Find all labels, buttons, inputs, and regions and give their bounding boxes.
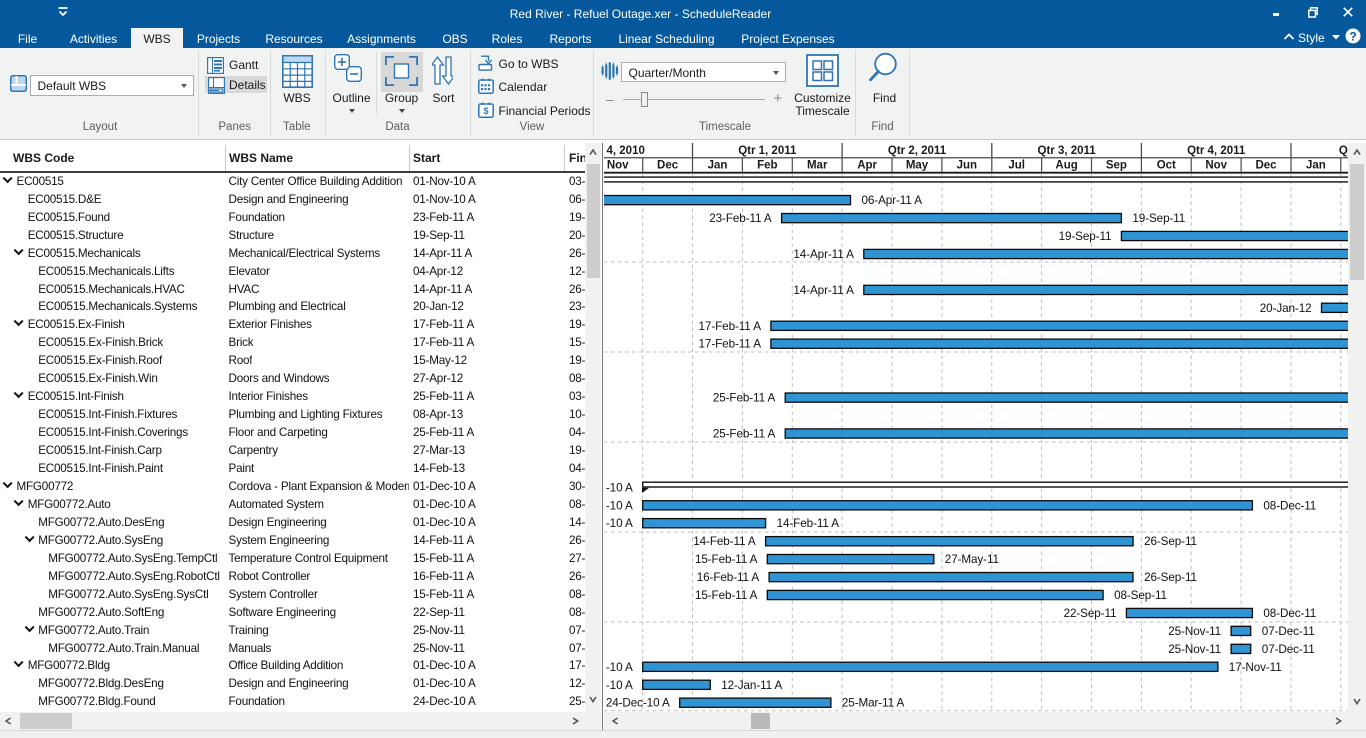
svg-text:-10 A: -10 A xyxy=(606,481,633,494)
svg-text:06-Apr-11 A: 06-Apr-11 A xyxy=(862,194,923,207)
svg-text:Apr: Apr xyxy=(857,160,877,172)
svg-text:08-Dec-11: 08-Dec-11 xyxy=(1263,499,1316,512)
svg-text:Feb: Feb xyxy=(757,160,777,172)
svg-text:Jul: Jul xyxy=(1008,160,1025,172)
svg-text:12-Jan-11 A: 12-Jan-11 A xyxy=(721,679,782,692)
svg-text:17-Feb-11 A: 17-Feb-11 A xyxy=(699,338,762,351)
svg-text:Oct: Oct xyxy=(1157,160,1176,172)
svg-text:08-Dec-11: 08-Dec-11 xyxy=(1263,607,1316,620)
svg-text:Sep: Sep xyxy=(1106,160,1127,172)
svg-text:17-Feb-11 A: 17-Feb-11 A xyxy=(699,320,762,333)
svg-text:4, 2010: 4, 2010 xyxy=(607,145,645,157)
svg-text:Mar: Mar xyxy=(807,160,828,172)
svg-text:26-Sep-11: 26-Sep-11 xyxy=(1144,535,1197,548)
svg-text:?: ? xyxy=(1349,29,1356,43)
svg-text:15-Feb-11 A: 15-Feb-11 A xyxy=(695,589,758,602)
svg-text:Qtr 3, 2011: Qtr 3, 2011 xyxy=(1038,145,1097,157)
svg-text:14-Apr-11 A: 14-Apr-11 A xyxy=(793,284,854,297)
svg-text:Dec: Dec xyxy=(657,160,679,172)
svg-text:Jan: Jan xyxy=(708,160,728,172)
svg-text:25-Feb-11 A: 25-Feb-11 A xyxy=(713,392,776,405)
svg-text:25-Nov-11: 25-Nov-11 xyxy=(1168,625,1221,638)
svg-text:Qtr 2, 2011: Qtr 2, 2011 xyxy=(888,145,947,157)
svg-text:14-Feb-11 A: 14-Feb-11 A xyxy=(693,535,756,548)
svg-text:22-Sep-11: 22-Sep-11 xyxy=(1064,607,1117,620)
svg-text:-10 A: -10 A xyxy=(606,499,633,512)
svg-text:-10 A: -10 A xyxy=(606,661,633,674)
svg-text:25-Feb-11 A: 25-Feb-11 A xyxy=(713,428,776,441)
svg-text:17-Nov-11: 17-Nov-11 xyxy=(1229,661,1282,674)
svg-text:27-May-11: 27-May-11 xyxy=(945,553,999,566)
svg-text:May: May xyxy=(906,160,929,172)
svg-text:-10 A: -10 A xyxy=(606,517,633,530)
svg-text:-10 A: -10 A xyxy=(606,679,633,692)
svg-text:Qtr 4, 2011: Qtr 4, 2011 xyxy=(1187,145,1246,157)
svg-text:25-Nov-11: 25-Nov-11 xyxy=(1168,643,1221,656)
svg-text:Nov: Nov xyxy=(607,160,629,172)
svg-text:23-Feb-11 A: 23-Feb-11 A xyxy=(709,212,772,225)
svg-text:16-Feb-11 A: 16-Feb-11 A xyxy=(697,571,760,584)
svg-text:08-Sep-11: 08-Sep-11 xyxy=(1114,589,1167,602)
svg-text:19-Sep-11: 19-Sep-11 xyxy=(1059,230,1112,243)
svg-text:26-Sep-11: 26-Sep-11 xyxy=(1144,571,1197,584)
svg-text:25-Mar-11 A: 25-Mar-11 A xyxy=(842,697,905,710)
svg-text:20-Jan-12: 20-Jan-12 xyxy=(1260,302,1312,315)
svg-text:$: $ xyxy=(483,106,488,116)
svg-text:07-Dec-11: 07-Dec-11 xyxy=(1262,625,1315,638)
svg-text:07-Dec-11: 07-Dec-11 xyxy=(1262,643,1315,656)
svg-text:Dec: Dec xyxy=(1255,160,1277,172)
svg-text:14-Feb-11 A: 14-Feb-11 A xyxy=(777,517,840,530)
svg-text:Jun: Jun xyxy=(957,160,977,172)
svg-text:19-Sep-11: 19-Sep-11 xyxy=(1132,212,1185,225)
svg-text:Jan: Jan xyxy=(1306,160,1326,172)
svg-text:15-Feb-11 A: 15-Feb-11 A xyxy=(695,553,758,566)
svg-text:Qtr 1, 2011: Qtr 1, 2011 xyxy=(738,145,797,157)
svg-text:Aug: Aug xyxy=(1055,160,1077,172)
svg-text:Qtr 1, 2012: Qtr 1, 2012 xyxy=(1339,145,1348,157)
svg-text:14-Apr-11 A: 14-Apr-11 A xyxy=(793,248,854,261)
svg-text:24-Dec-10 A: 24-Dec-10 A xyxy=(606,697,670,710)
svg-text:Nov: Nov xyxy=(1205,160,1227,172)
